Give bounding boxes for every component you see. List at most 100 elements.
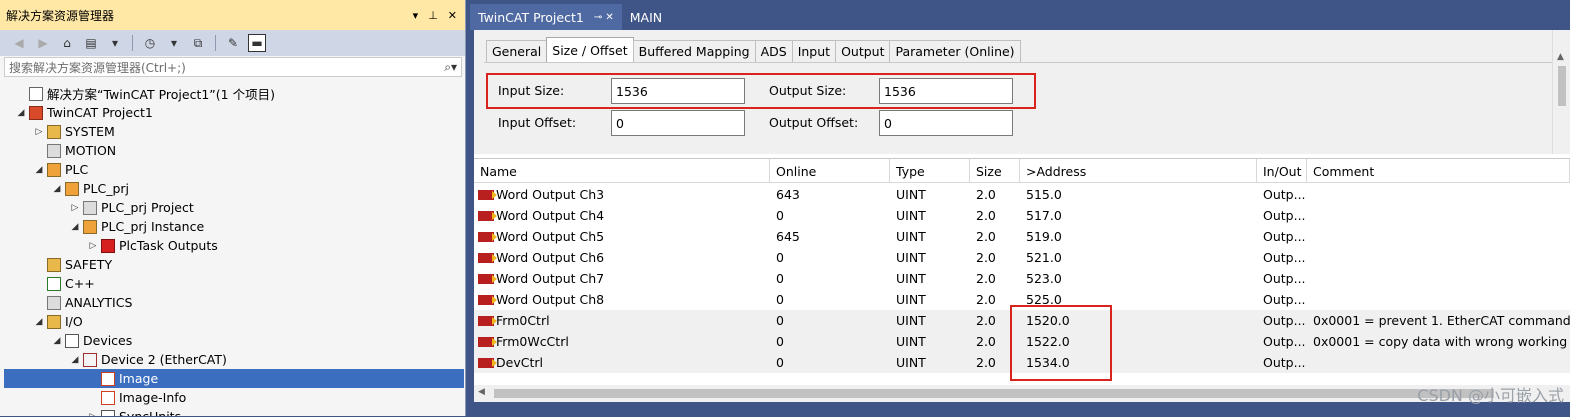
cell-address: 515.0: [1026, 187, 1062, 202]
address-highlight-box: [1010, 305, 1112, 381]
tree-item-label: SyncUnits: [119, 409, 181, 416]
tree-item[interactable]: ▷ SyncUnits: [0, 407, 465, 416]
close-icon[interactable]: ✕: [448, 9, 457, 22]
cell-online: 645: [776, 229, 800, 244]
cell-online: 0: [776, 292, 784, 307]
collapse-arrow-icon[interactable]: ◢: [52, 336, 62, 346]
output-offset-field[interactable]: 0: [879, 110, 1013, 136]
tree-item[interactable]: ▷ PLC_prj Project: [0, 198, 465, 217]
tab-size-offset[interactable]: Size / Offset: [546, 37, 634, 62]
cell-comment: [1307, 184, 1570, 205]
input-offset-field[interactable]: 0: [611, 110, 745, 136]
tab-general[interactable]: General: [486, 40, 548, 62]
preview-icon[interactable]: ▬: [248, 34, 266, 52]
collapse-all-icon[interactable]: ⧉: [189, 34, 207, 52]
tree-item-label: TwinCAT Project1: [47, 105, 153, 120]
switch-view-icon[interactable]: ▤: [82, 34, 100, 52]
cell-comment: 0x0001 = prevent 1. EtherCAT command fro: [1313, 313, 1570, 328]
tree-item-label: ANALYTICS: [65, 295, 133, 310]
search-icon[interactable]: ⌕▾: [444, 60, 461, 75]
collapse-arrow-icon[interactable]: ◢: [52, 184, 62, 194]
table-row[interactable]: Word Output Ch7 0 UINT 2.0 523.0 Outp...: [474, 268, 1570, 289]
table-row[interactable]: Word Output Ch6 0 UINT 2.0 521.0 Outp...: [474, 247, 1570, 268]
tree-item[interactable]: ◢ Devices: [0, 331, 465, 350]
home-icon[interactable]: ⌂: [58, 34, 76, 52]
tab-input[interactable]: Input: [791, 40, 837, 62]
table-row[interactable]: Word Output Ch5 645 UINT 2.0 519.0 Outp...: [474, 226, 1570, 247]
cpp-icon: [47, 276, 61, 291]
tab-ads[interactable]: ADS: [754, 40, 793, 62]
variable-name: Word Output Ch6: [496, 250, 605, 265]
dropdown-icon[interactable]: ▾: [413, 9, 419, 22]
chevron-down-icon[interactable]: ▾: [106, 34, 124, 52]
tree-item[interactable]: ◢ PLC: [0, 160, 465, 179]
tree-item[interactable]: ◢ TwinCAT Project1: [0, 103, 465, 122]
column-header-inout[interactable]: In/Out: [1257, 159, 1307, 183]
tree-item[interactable]: ◢ PLC_prj Instance: [0, 217, 465, 236]
column-header-online[interactable]: Online: [770, 159, 890, 183]
cell-address: 519.0: [1026, 229, 1062, 244]
collapse-arrow-icon[interactable]: ◢: [70, 222, 80, 232]
collapse-arrow-icon[interactable]: ◢: [70, 355, 80, 365]
variable-name: Word Output Ch7: [496, 271, 605, 286]
expand-arrow-icon[interactable]: ▷: [34, 127, 44, 137]
tree-item[interactable]: ◢ I/O: [0, 312, 465, 331]
output-variable-icon: [478, 273, 497, 284]
tab-pin-close-icons[interactable]: ⊸ ✕: [594, 12, 614, 23]
plc-instance-icon: [83, 219, 97, 234]
column-header-comment[interactable]: Comment: [1307, 159, 1570, 183]
size-highlight-box: [486, 73, 1036, 109]
pin-icon[interactable]: ⊥: [428, 9, 438, 22]
tree-item[interactable]: ◢ Device 2 (EtherCAT): [0, 350, 465, 369]
back-icon[interactable]: ◀: [10, 34, 28, 52]
table-row[interactable]: Word Output Ch4 0 UINT 2.0 517.0 Outp...: [474, 205, 1570, 226]
tab-twincat-project1[interactable]: TwinCAT Project1 ⊸ ✕: [470, 4, 622, 30]
tree-item[interactable]: C++: [0, 274, 465, 293]
tree-item[interactable]: ▷ PlcTask Outputs: [0, 236, 465, 255]
vertical-scrollbar[interactable]: ▲: [1552, 30, 1570, 154]
column-header-type[interactable]: Type: [890, 159, 970, 183]
ethercat-device-icon: [83, 352, 97, 367]
tree-item[interactable]: 解决方案“TwinCAT Project1”(1 个项目): [0, 84, 465, 103]
chevron-down-icon[interactable]: ▾: [165, 34, 183, 52]
expand-arrow-icon[interactable]: ▷: [70, 203, 80, 213]
tree-item[interactable]: ◢ PLC_prj: [0, 179, 465, 198]
tab-parameter-online[interactable]: Parameter (Online): [889, 40, 1021, 62]
cell-comment: [1307, 289, 1570, 310]
cell-type: UINT: [896, 334, 926, 349]
tree-item[interactable]: ANALYTICS: [0, 293, 465, 312]
cell-name: Word Output Ch6: [474, 247, 770, 268]
collapse-arrow-icon[interactable]: ◢: [34, 317, 44, 327]
tree-item[interactable]: SAFETY: [0, 255, 465, 274]
properties-wrench-icon[interactable]: ✎: [224, 34, 242, 52]
history-icon[interactable]: ◷: [141, 34, 159, 52]
scroll-left-icon[interactable]: ◀: [478, 387, 485, 397]
tree-item[interactable]: ▷ SYSTEM: [0, 122, 465, 141]
watermark: CSDN @小可嵌入式: [1417, 386, 1564, 405]
expand-arrow-icon[interactable]: ▷: [88, 412, 98, 417]
explorer-search-input[interactable]: 搜索解决方案资源管理器(Ctrl+;) ⌕▾: [4, 57, 462, 77]
cell-type: UINT: [896, 292, 926, 307]
table-row[interactable]: Word Output Ch3 643 UINT 2.0 515.0 Outp...: [474, 184, 1570, 205]
output-offset-label: Output Offset:: [769, 115, 859, 130]
tab-main[interactable]: MAIN: [622, 4, 670, 30]
horizontal-scrollbar[interactable]: ◀: [474, 385, 1570, 402]
tree-item[interactable]: Image-Info: [0, 388, 465, 407]
scroll-up-icon[interactable]: ▲: [1557, 52, 1564, 62]
expand-arrow-icon[interactable]: ▷: [88, 241, 98, 251]
tab-output[interactable]: Output: [835, 40, 891, 62]
column-header-address[interactable]: >Address: [1020, 159, 1257, 183]
tab-buffered-mapping[interactable]: Buffered Mapping: [632, 40, 756, 62]
column-header-size[interactable]: Size: [970, 159, 1020, 183]
scrollbar-thumb[interactable]: [494, 389, 1494, 398]
scrollbar-thumb[interactable]: [1558, 66, 1566, 106]
cell-address: 523.0: [1026, 271, 1062, 286]
tree-item[interactable]: Image: [4, 369, 464, 388]
cell-online: 0: [776, 355, 784, 370]
collapse-arrow-icon[interactable]: ◢: [16, 108, 26, 118]
collapse-arrow-icon[interactable]: ◢: [34, 165, 44, 175]
cell-name: Frm0WcCtrl: [474, 331, 770, 352]
tree-item[interactable]: MOTION: [0, 141, 465, 160]
forward-icon[interactable]: ▶: [34, 34, 52, 52]
cell-inout: Outp...: [1263, 208, 1306, 223]
